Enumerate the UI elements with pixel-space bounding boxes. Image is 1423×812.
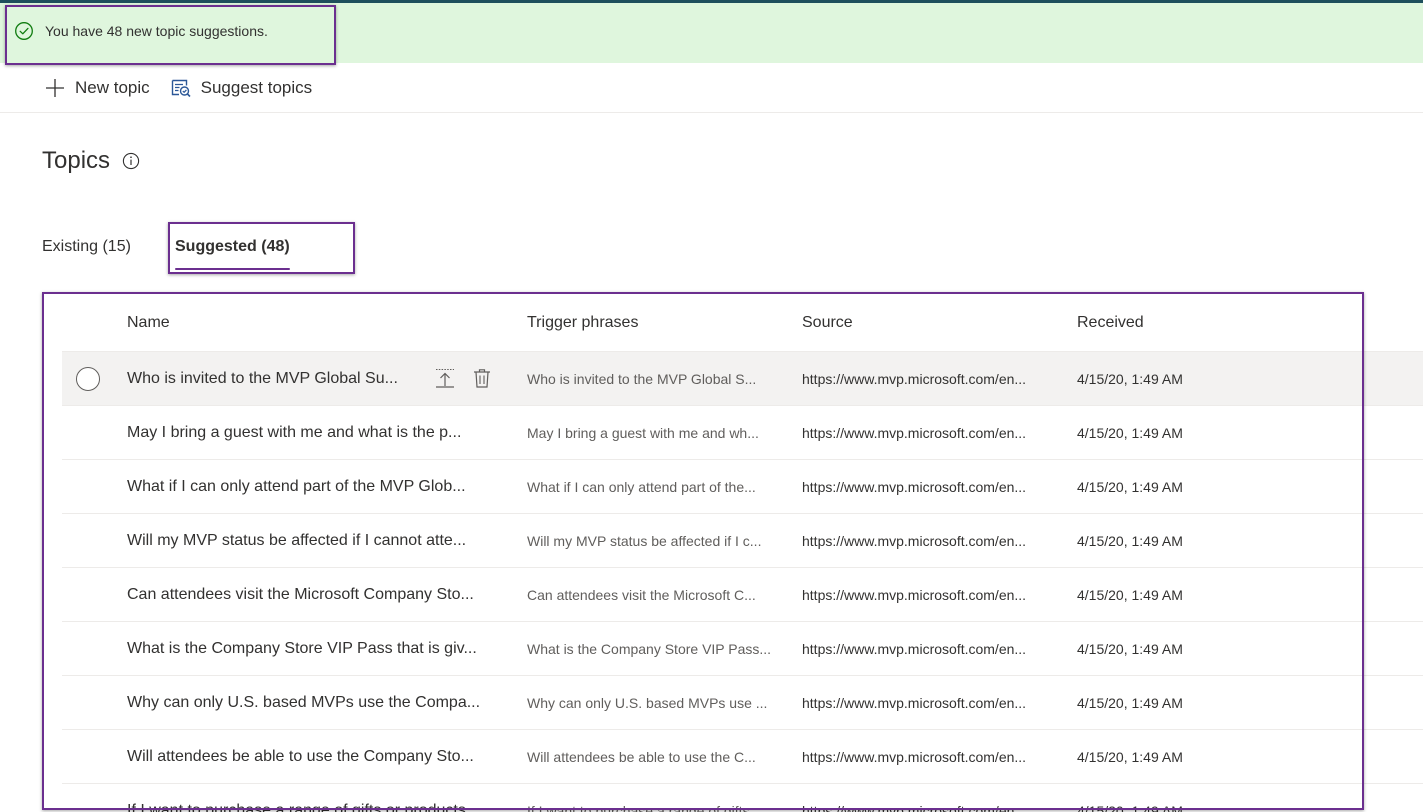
- row-name: Can attendees visit the Microsoft Compan…: [127, 586, 474, 603]
- table-row[interactable]: Why can only U.S. based MVPs use the Com…: [62, 676, 1423, 730]
- row-source: https://www.mvp.microsoft.com/en...: [802, 533, 1027, 549]
- row-trigger-phrase: Will attendees be able to use the C...: [527, 749, 756, 765]
- row-source: https://www.mvp.microsoft.com/en...: [802, 641, 1027, 657]
- row-received: 4/15/20, 1:49 AM: [1077, 695, 1183, 711]
- banner-content: You have 48 new topic suggestions.: [14, 17, 268, 45]
- table-row[interactable]: Will attendees be able to use the Compan…: [62, 730, 1423, 784]
- row-trigger-phrase: Why can only U.S. based MVPs use ...: [527, 695, 768, 711]
- new-topic-label: New topic: [75, 77, 150, 97]
- row-source: https://www.mvp.microsoft.com/en...: [802, 371, 1027, 387]
- column-header-received[interactable]: Received: [1077, 314, 1144, 332]
- row-trigger-phrase: What if I can only attend part of the...: [527, 479, 756, 495]
- row-received: 4/15/20, 1:49 AM: [1077, 479, 1183, 495]
- suggest-topics-icon: [170, 77, 192, 99]
- info-icon[interactable]: [122, 152, 140, 170]
- topics-page: You have 48 new topic suggestions. New t…: [0, 0, 1423, 812]
- plus-icon: [44, 77, 66, 99]
- row-trigger-phrase: What is the Company Store VIP Pass...: [527, 641, 772, 657]
- page-header: Topics: [42, 147, 140, 175]
- table-row[interactable]: Who is invited to the MVP Global Su... W…: [62, 352, 1423, 406]
- command-bar: New topic Suggest topics: [0, 63, 1423, 113]
- suggest-topics-button[interactable]: Suggest topics: [166, 70, 317, 106]
- row-received: 4/15/20, 1:49 AM: [1077, 371, 1183, 387]
- table-row[interactable]: Will my MVP status be affected if I cann…: [62, 514, 1423, 568]
- row-received: 4/15/20, 1:49 AM: [1077, 641, 1183, 657]
- new-topic-button[interactable]: New topic: [40, 70, 154, 106]
- row-received: 4/15/20, 1:49 AM: [1077, 587, 1183, 603]
- row-name: Will my MVP status be affected if I cann…: [127, 532, 467, 549]
- tab-suggested[interactable]: Suggested (48): [175, 232, 290, 272]
- row-trigger-phrase: If I want to purchase a range of gifts..…: [527, 803, 762, 812]
- row-name: Will attendees be able to use the Compan…: [127, 748, 474, 765]
- table-row[interactable]: What is the Company Store VIP Pass that …: [62, 622, 1423, 676]
- suggested-topics-table: Name Trigger phrases Source Received Who…: [62, 298, 1423, 812]
- row-received: 4/15/20, 1:49 AM: [1077, 803, 1183, 812]
- row-source: https://www.mvp.microsoft.com/en...: [802, 695, 1027, 711]
- tab-existing[interactable]: Existing (15): [42, 232, 131, 272]
- row-source: https://www.mvp.microsoft.com/en...: [802, 587, 1027, 603]
- table-row[interactable]: What if I can only attend part of the MV…: [62, 460, 1423, 514]
- row-trigger-phrase: Who is invited to the MVP Global S...: [527, 371, 757, 387]
- column-header-source[interactable]: Source: [802, 314, 853, 332]
- row-trigger-phrase: Can attendees visit the Microsoft C...: [527, 587, 756, 603]
- upload-icon[interactable]: [433, 366, 457, 390]
- row-name: Who is invited to the MVP Global Su...: [127, 370, 398, 387]
- column-header-trigger-phrases[interactable]: Trigger phrases: [527, 314, 638, 332]
- checkmark-circle-icon: [14, 21, 34, 41]
- row-received: 4/15/20, 1:49 AM: [1077, 749, 1183, 765]
- trash-icon[interactable]: [470, 366, 494, 390]
- row-source: https://www.mvp.microsoft.com/en...: [802, 803, 1027, 812]
- column-header-name[interactable]: Name: [127, 314, 170, 332]
- row-name: May I bring a guest with me and what is …: [127, 424, 462, 441]
- row-name: Why can only U.S. based MVPs use the Com…: [127, 694, 481, 711]
- suggest-topics-label: Suggest topics: [200, 77, 313, 97]
- row-source: https://www.mvp.microsoft.com/en...: [802, 749, 1027, 765]
- table-row[interactable]: May I bring a guest with me and what is …: [62, 406, 1423, 460]
- row-name: If I want to purchase a range of gifts o…: [127, 802, 480, 812]
- radio-circle-icon[interactable]: [76, 367, 100, 391]
- row-trigger-phrase: May I bring a guest with me and wh...: [527, 425, 759, 441]
- row-received: 4/15/20, 1:49 AM: [1077, 533, 1183, 549]
- row-name: What if I can only attend part of the MV…: [127, 478, 466, 495]
- row-received: 4/15/20, 1:49 AM: [1077, 425, 1183, 441]
- table-row[interactable]: Can attendees visit the Microsoft Compan…: [62, 568, 1423, 622]
- row-trigger-phrase: Will my MVP status be affected if I c...: [527, 533, 762, 549]
- table-row[interactable]: If I want to purchase a range of gifts o…: [62, 784, 1423, 812]
- row-source: https://www.mvp.microsoft.com/en...: [802, 425, 1027, 441]
- success-banner: You have 48 new topic suggestions.: [0, 3, 1423, 63]
- banner-message: You have 48 new topic suggestions.: [45, 23, 268, 39]
- row-source: https://www.mvp.microsoft.com/en...: [802, 479, 1027, 495]
- table-header: Name Trigger phrases Source Received: [62, 298, 1423, 352]
- row-name: What is the Company Store VIP Pass that …: [127, 640, 477, 657]
- page-title: Topics: [42, 147, 111, 174]
